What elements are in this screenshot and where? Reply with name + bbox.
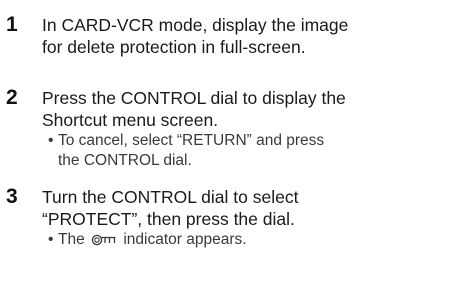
step-number: 3: [6, 185, 18, 208]
step-body: In CARD-VCR mode, display the image for …: [42, 14, 447, 58]
step-line: Turn the CONTROL dial to select: [42, 187, 299, 207]
note-text-before: The: [58, 231, 85, 248]
step-note: • The indicator appears.: [42, 230, 447, 253]
protect-key-icon: [91, 233, 117, 253]
note-text-after: indicator appears.: [123, 231, 247, 248]
step-line: “PROTECT”, then press the dial.: [42, 209, 295, 229]
step-line: In CARD-VCR mode, display the image: [42, 15, 349, 35]
step-number: 2: [6, 86, 18, 109]
note-line: To cancel, select “RETURN” and press: [58, 132, 325, 149]
note-line: the CONTROL dial.: [58, 152, 192, 169]
step-line: Press the CONTROL dial to display the: [42, 88, 346, 108]
step-line: Shortcut menu screen.: [42, 110, 219, 130]
step-note: • To cancel, select “RETURN” and press t…: [42, 131, 447, 171]
bullet: •: [48, 231, 54, 248]
step-body: Turn the CONTROL dial to select “PROTECT…: [42, 186, 447, 253]
bullet: •: [48, 132, 54, 149]
step-number: 1: [6, 13, 18, 36]
step-line: for delete protection in full-screen.: [42, 37, 306, 57]
step-body: Press the CONTROL dial to display the Sh…: [42, 87, 447, 171]
